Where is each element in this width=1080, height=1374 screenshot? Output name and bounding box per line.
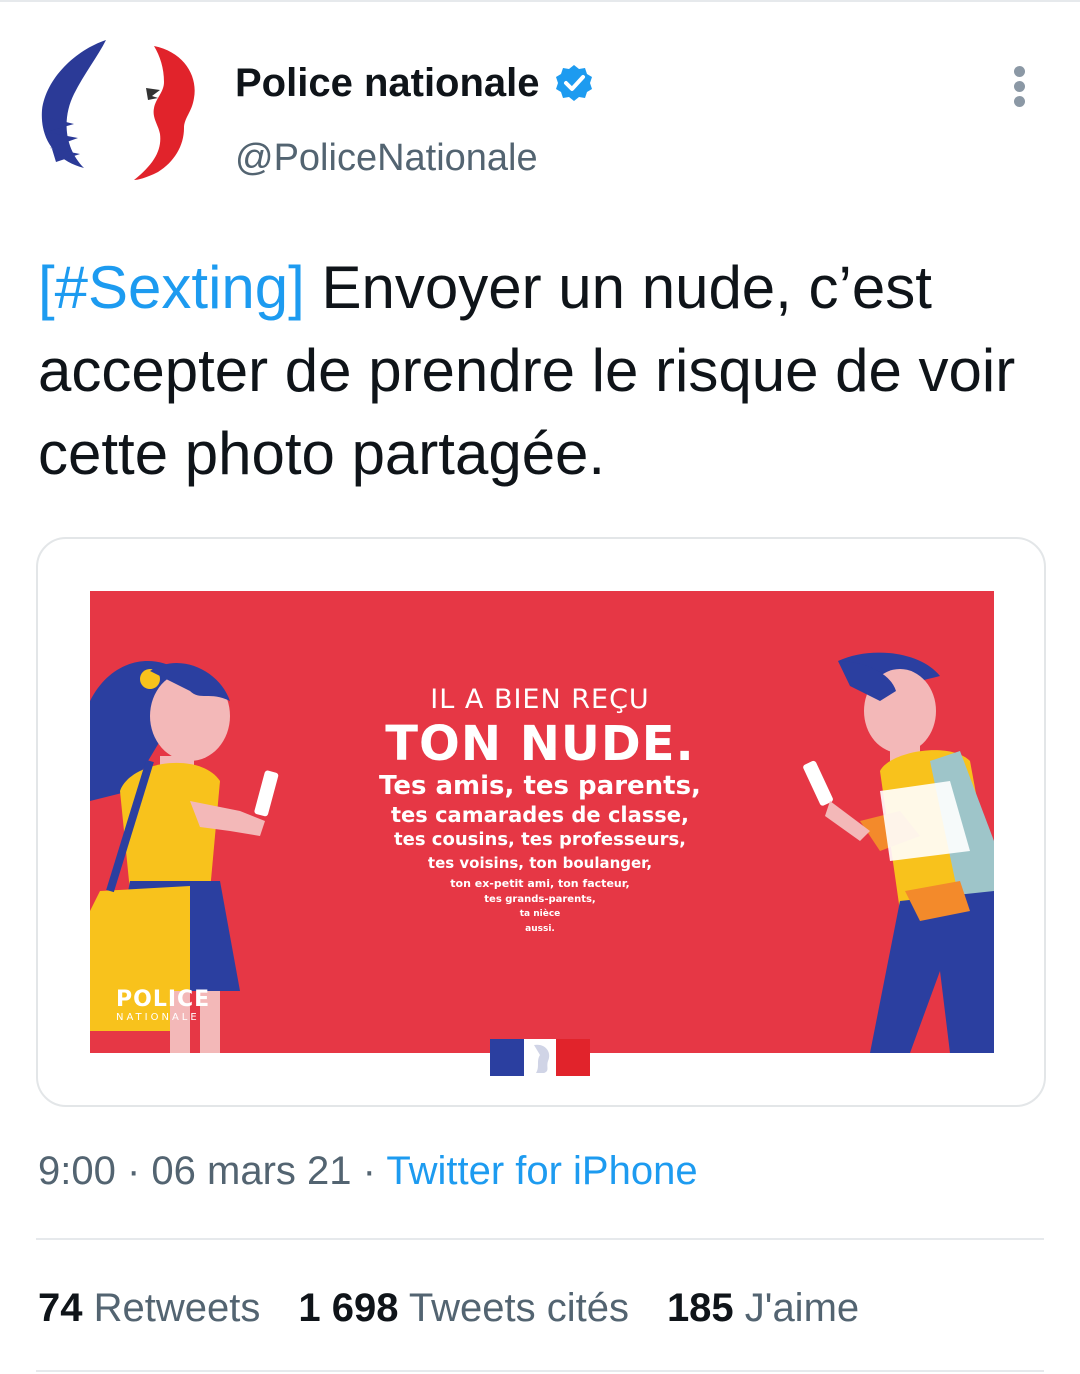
meta-separator: · — [115, 1149, 152, 1193]
divider — [36, 1370, 1044, 1372]
tweet-stats: 74 Retweets 1 698 Tweets cités 185 J'aim… — [38, 1282, 897, 1334]
poster-logo-line-2: NATIONALE — [116, 1012, 200, 1023]
meta-separator: · — [351, 1149, 387, 1193]
poster-text-block: IL A BIEN REÇU TON NUDE. Tes amis, tes p… — [290, 683, 790, 937]
quote-tweets-stat[interactable]: 1 698 Tweets cités — [298, 1282, 629, 1334]
tweet-source-link[interactable]: Twitter for iPhone — [386, 1149, 697, 1193]
likes-label: J'aime — [733, 1286, 860, 1330]
campaign-poster-image: IL A BIEN REÇU TON NUDE. Tes amis, tes p… — [90, 591, 994, 1053]
poster-line-8: tes grands-parents, — [484, 894, 596, 905]
retweets-label: Retweets — [82, 1286, 261, 1330]
author-display-name[interactable]: Police nationale — [235, 58, 540, 108]
poster-line-7: ton ex-petit ami, ton facteur, — [450, 877, 630, 890]
tweet-media-card[interactable]: IL A BIEN REÇU TON NUDE. Tes amis, tes p… — [36, 537, 1046, 1107]
marianne-flag-logo-icon — [490, 1039, 590, 1076]
author-handle[interactable]: @PoliceNationale — [235, 134, 538, 182]
tweet-time[interactable]: 9:00 — [38, 1149, 116, 1193]
quote-tweets-label: Tweets cités — [398, 1286, 629, 1330]
poster-line-5: tes cousins, tes professeurs, — [394, 829, 686, 850]
police-nationale-logo: POLICE NATIONALE — [116, 989, 210, 1025]
likes-count: 185 — [666, 1286, 734, 1330]
top-divider — [0, 0, 1080, 2]
hashtag-link[interactable]: [#Sexting] — [38, 254, 305, 321]
poster-line-10: aussi. — [525, 924, 555, 934]
poster-line-3: Tes amis, tes parents, — [379, 771, 701, 801]
poster-line-6: tes voisins, ton boulanger, — [427, 854, 653, 872]
poster-line-1: IL A BIEN REÇU — [430, 684, 650, 715]
poster-logo-line-1: POLICE — [116, 987, 211, 1012]
tweet-meta: 9:00 · 06 mars 21 · Twitter for iPhone — [38, 1145, 698, 1197]
marianne-logo-icon[interactable] — [34, 38, 204, 188]
retweets-stat[interactable]: 74 Retweets — [38, 1282, 260, 1334]
author-display-name-row[interactable]: Police nationale — [235, 58, 594, 108]
tweet-text: [#Sexting] Envoyer un nude, c’est accept… — [38, 246, 1048, 495]
retweets-count: 74 — [38, 1286, 83, 1330]
more-options-icon[interactable] — [1000, 62, 1040, 110]
divider — [36, 1238, 1044, 1240]
poster-line-2: TON NUDE. — [385, 716, 695, 772]
poster-line-4: tes camarades de classe, — [391, 803, 689, 827]
poster-line-9: ta nièce — [519, 909, 561, 919]
likes-stat[interactable]: 185 J'aime — [667, 1282, 859, 1334]
tweet-date[interactable]: 06 mars 21 — [151, 1149, 351, 1193]
verified-badge-icon — [555, 65, 592, 101]
quote-tweets-count: 1 698 — [298, 1286, 399, 1330]
